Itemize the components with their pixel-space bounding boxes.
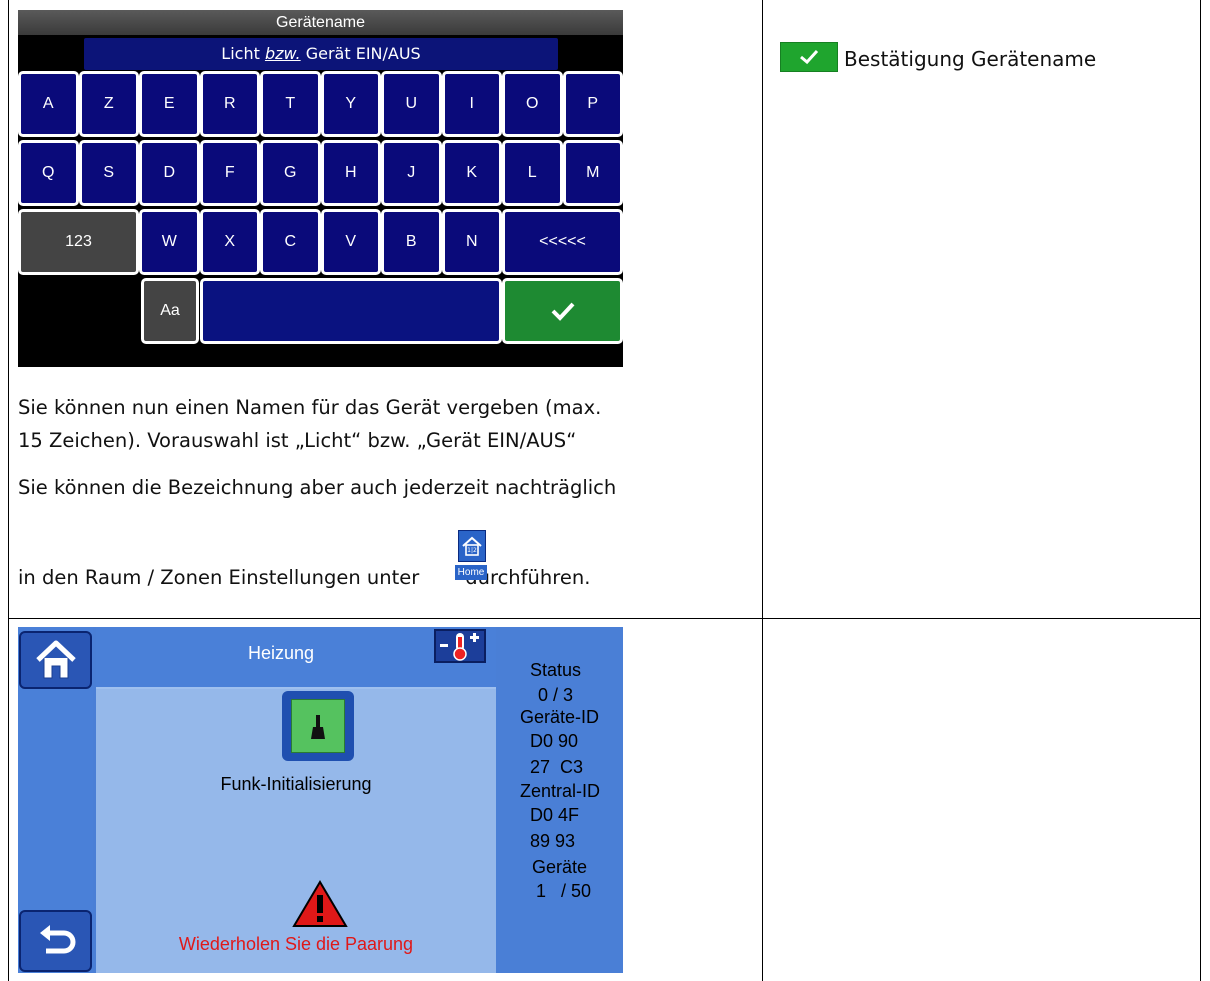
keyboard-title: Gerätename bbox=[18, 10, 623, 35]
device-id-1: D0 90 bbox=[530, 731, 579, 751]
heizung-screen: Heizung Funk-Initialisierung Wiederholen… bbox=[18, 627, 623, 973]
backspace-key[interactable]: <<<<< bbox=[502, 209, 623, 275]
document-table: Gerätename Licht bzw. Gerät EIN/AUS AZER… bbox=[0, 0, 1210, 981]
space-key[interactable] bbox=[199, 278, 502, 344]
status-value: 0 / 3 bbox=[538, 685, 574, 705]
input-text-emph: bzw. bbox=[264, 44, 301, 63]
central-id-label: Zentral-ID bbox=[520, 781, 601, 801]
init-label: Funk-Initialisierung bbox=[220, 774, 372, 794]
back-button[interactable] bbox=[19, 910, 92, 972]
key-e[interactable]: E bbox=[139, 71, 200, 137]
table-border-left bbox=[8, 0, 9, 981]
paragraph-2-line-2: in den Raum / Zonen Einstellungen unter d… bbox=[18, 566, 590, 589]
key-d[interactable]: D bbox=[139, 140, 200, 206]
confirm-label: Bestätigung Gerätename bbox=[844, 47, 1097, 71]
key-f[interactable]: F bbox=[199, 140, 260, 206]
confirm-legend: Bestätigung Gerätename bbox=[780, 42, 1096, 72]
heizung-header: Heizung bbox=[96, 627, 496, 689]
paragraph-2-pre: in den Raum / Zonen Einstellungen unter bbox=[18, 566, 420, 589]
key-x[interactable]: X bbox=[199, 209, 260, 275]
back-icon bbox=[39, 925, 75, 954]
key-p[interactable]: P bbox=[562, 71, 623, 137]
key-a[interactable]: A bbox=[18, 71, 79, 137]
key-q[interactable]: Q bbox=[18, 140, 79, 206]
key-u[interactable]: U bbox=[381, 71, 442, 137]
status-label: Status bbox=[530, 660, 582, 680]
home-icon bbox=[35, 640, 76, 679]
numeric-mode-key[interactable]: 123 bbox=[18, 209, 139, 275]
table-border-mid bbox=[762, 0, 763, 981]
key-z[interactable]: Z bbox=[78, 71, 139, 137]
svg-text:1|2: 1|2 bbox=[467, 547, 477, 554]
key-o[interactable]: O bbox=[502, 71, 563, 137]
paragraph-1-line-2: 15 Zeichen). Vorauswahl ist „Licht“ bzw.… bbox=[18, 429, 577, 452]
central-id-2: 89 93 bbox=[530, 831, 576, 851]
key-w[interactable]: W bbox=[139, 209, 200, 275]
warning-label: Wiederholen Sie die Paarung bbox=[178, 934, 414, 954]
temperature-button[interactable] bbox=[434, 629, 486, 663]
thermometer-plus-minus-icon bbox=[440, 633, 479, 661]
paragraph-2-line-1: Sie können die Bezeichnung aber auch jed… bbox=[18, 476, 617, 499]
checkmark-icon bbox=[780, 42, 838, 72]
key-t[interactable]: T bbox=[260, 71, 321, 137]
device-id-2: 27 C3 bbox=[530, 757, 584, 777]
devices-label: Geräte bbox=[532, 857, 588, 877]
home-button[interactable] bbox=[19, 631, 92, 689]
keyboard-screen: Gerätename Licht bzw. Gerät EIN/AUS AZER… bbox=[18, 10, 623, 367]
key-g[interactable]: G bbox=[260, 140, 321, 206]
key-h[interactable]: H bbox=[320, 140, 381, 206]
input-text-pre: Licht bbox=[221, 44, 265, 63]
checkmark-icon bbox=[551, 302, 574, 321]
key-r[interactable]: R bbox=[199, 71, 260, 137]
devices-value: 1 / 50 bbox=[536, 881, 592, 901]
key-b[interactable]: B bbox=[381, 209, 442, 275]
key-s[interactable]: S bbox=[78, 140, 139, 206]
key-k[interactable]: K bbox=[441, 140, 502, 206]
home-label: Home bbox=[455, 565, 487, 580]
key-m[interactable]: M bbox=[562, 140, 623, 206]
paragraph-1-line-1: Sie können nun einen Namen für das Gerät… bbox=[18, 396, 602, 419]
key-v[interactable]: V bbox=[320, 209, 381, 275]
key-y[interactable]: Y bbox=[320, 71, 381, 137]
warning-icon bbox=[291, 879, 349, 933]
device-name-input[interactable]: Licht bzw. Gerät EIN/AUS bbox=[84, 38, 558, 70]
key-n[interactable]: N bbox=[441, 209, 502, 275]
confirm-key[interactable] bbox=[502, 278, 623, 344]
input-text-post: Gerät EIN/AUS bbox=[300, 44, 421, 63]
heizung-title: Heizung bbox=[247, 643, 315, 663]
home-inline-icon: 1|2 Home bbox=[455, 530, 487, 586]
case-toggle-key[interactable]: Aa bbox=[141, 278, 199, 344]
table-border-right bbox=[1200, 0, 1201, 981]
key-c[interactable]: C bbox=[260, 209, 321, 275]
table-border-row bbox=[8, 618, 1201, 619]
init-button[interactable] bbox=[282, 691, 354, 761]
home-icon: 1|2 bbox=[458, 530, 486, 562]
key-i[interactable]: I bbox=[441, 71, 502, 137]
key-l[interactable]: L bbox=[502, 140, 563, 206]
central-id-1: D0 4F bbox=[530, 805, 580, 825]
left-nav-bar bbox=[18, 627, 93, 973]
heizung-main: Funk-Initialisierung Wiederholen Sie die… bbox=[96, 689, 496, 973]
key-j[interactable]: J bbox=[381, 140, 442, 206]
status-panel: Status 0 / 3 Geräte-ID D0 90 27 C3 Zentr… bbox=[496, 627, 623, 973]
device-id-label: Geräte-ID bbox=[520, 707, 600, 727]
init-switch-icon bbox=[291, 699, 345, 753]
